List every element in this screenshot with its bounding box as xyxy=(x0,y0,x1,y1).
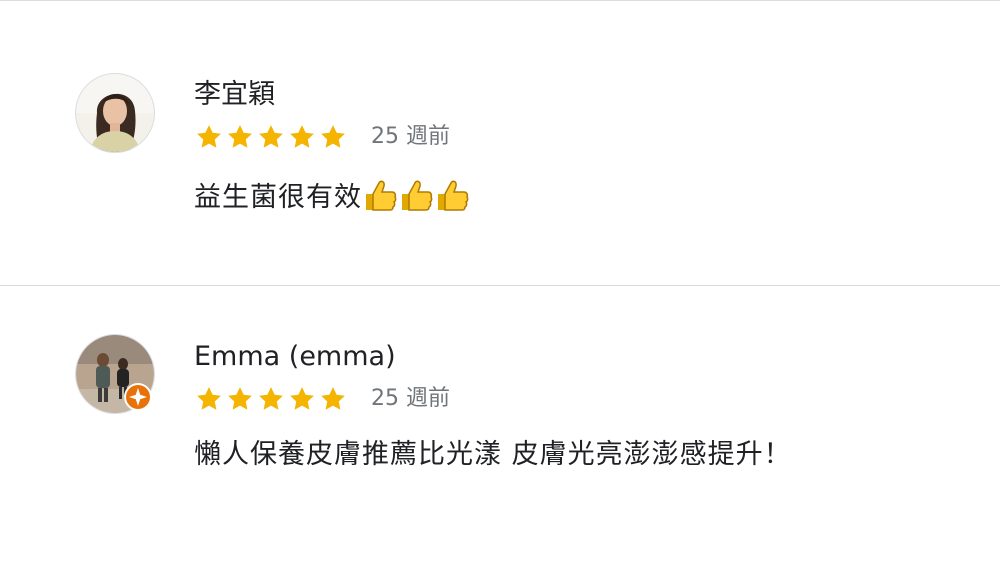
review-list: 李宜穎 25 週前 益生菌很有效 Emma (emma) 25 週前 懶人保養皮… xyxy=(0,0,1000,567)
star-icon xyxy=(225,384,255,414)
review-text: 益生菌很有效 xyxy=(194,177,834,219)
rating-row: 25 週前 xyxy=(194,384,450,414)
star-icon xyxy=(318,122,348,152)
divider xyxy=(0,285,1000,286)
review-text: 懶人保養皮膚推薦比光漾 皮膚光亮澎澎感提升！ xyxy=(194,439,792,470)
star-rating xyxy=(194,122,349,152)
reviewer-name[interactable]: 李宜穎 xyxy=(194,78,275,112)
thumbs-up-icon xyxy=(434,178,470,212)
local-guide-badge-icon xyxy=(124,383,152,411)
star-icon xyxy=(225,122,255,152)
reviewer-name[interactable]: Emma (emma) xyxy=(194,340,396,374)
rating-row: 25 週前 xyxy=(194,122,450,152)
thumbs-up-icon xyxy=(398,178,434,212)
star-rating xyxy=(194,384,349,414)
star-icon xyxy=(318,384,348,414)
avatar[interactable] xyxy=(75,334,155,414)
star-icon xyxy=(287,384,317,414)
thumbs-up-icon xyxy=(362,178,398,212)
divider xyxy=(0,0,1000,1)
star-icon xyxy=(194,384,224,414)
star-icon xyxy=(256,122,286,152)
review-text-content: 益生菌很有效 xyxy=(194,182,362,213)
review-card: 李宜穎 25 週前 益生菌很有效 xyxy=(0,0,1000,285)
review-time: 25 週前 xyxy=(371,386,450,411)
avatar[interactable] xyxy=(75,73,155,153)
star-icon xyxy=(256,384,286,414)
star-icon xyxy=(194,122,224,152)
star-icon xyxy=(287,122,317,152)
review-card: Emma (emma) 25 週前 懶人保養皮膚推薦比光漾 皮膚光亮澎澎感提升！ xyxy=(0,285,1000,567)
review-time: 25 週前 xyxy=(371,124,450,149)
